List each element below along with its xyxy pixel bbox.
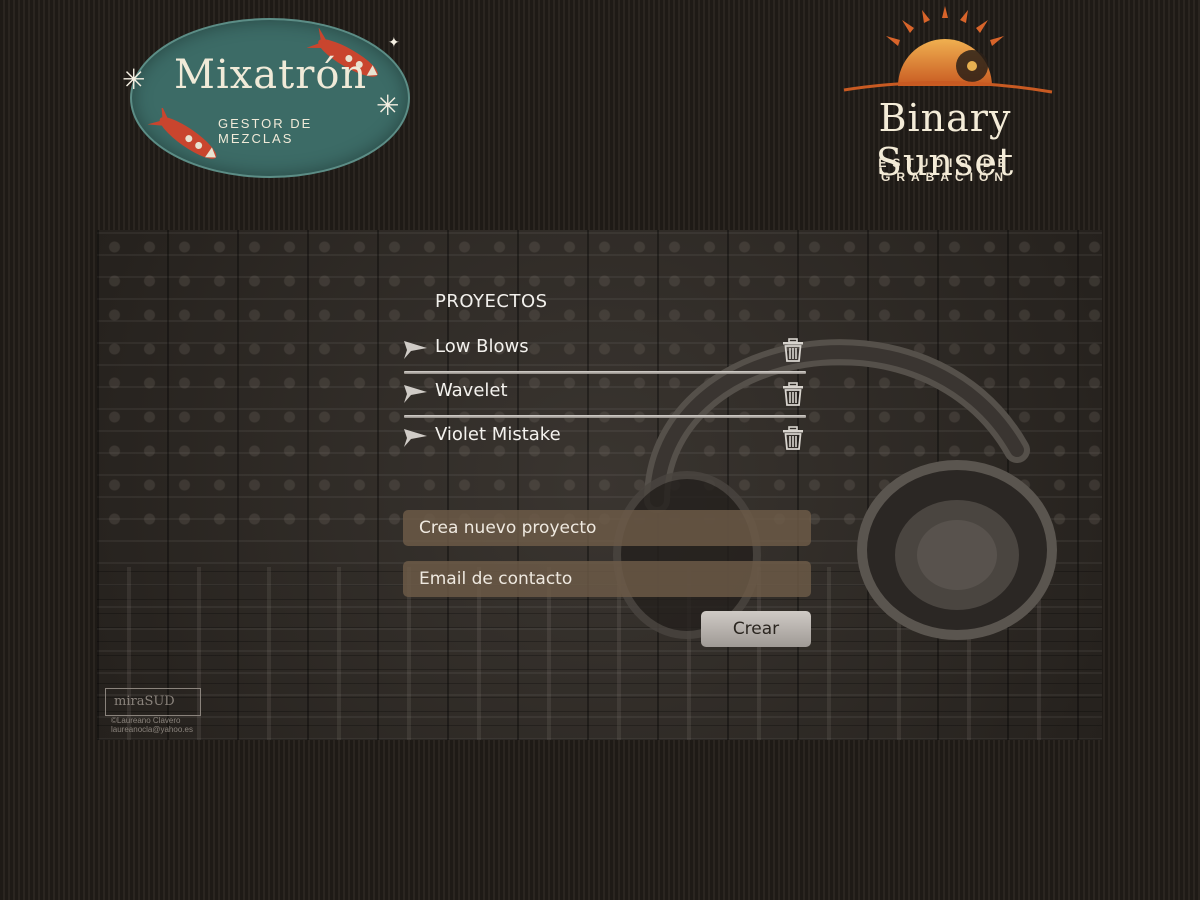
projects-heading: PROYECTOS xyxy=(435,291,548,312)
trash-icon[interactable] xyxy=(782,338,804,362)
play-icon[interactable] xyxy=(402,340,428,360)
binary-sunset-logo: Binary Sunset ESTUDIO DE GRABACIÓN xyxy=(810,4,1080,184)
mixer-background-panel: miraSUD ©Laureano Clavero laureanocla@ya… xyxy=(97,230,1102,740)
project-row: Violet Mistake xyxy=(400,418,810,462)
project-name[interactable]: Low Blows xyxy=(435,336,529,357)
app-name: Mixatrón xyxy=(174,52,368,98)
trash-icon[interactable] xyxy=(782,426,804,450)
studio-subtitle: ESTUDIO DE GRABACIÓN xyxy=(878,156,1012,184)
watermark-credit: ©Laureano Clavero xyxy=(111,716,181,725)
sparkle-icon: ✳ xyxy=(376,89,400,122)
watermark-logo: miraSUD xyxy=(105,688,201,716)
contact-email-input[interactable] xyxy=(403,561,811,597)
create-button[interactable]: Crear xyxy=(701,611,811,647)
sparkle-icon: ✳ xyxy=(122,63,146,96)
sparkle-icon: ✦ xyxy=(388,35,400,51)
play-icon[interactable] xyxy=(402,428,428,448)
play-icon[interactable] xyxy=(402,384,428,404)
project-row: Wavelet xyxy=(400,374,810,418)
new-project-input[interactable] xyxy=(403,510,811,546)
project-list: Low Blows Wavelet Violet Mistake xyxy=(400,330,810,462)
project-name[interactable]: Violet Mistake xyxy=(435,424,561,445)
app-subtitle: GESTOR DE MEZCLAS xyxy=(218,116,313,146)
trash-icon[interactable] xyxy=(782,382,804,406)
mixatron-logo: ✳ ✳ ✦ Mixatrón GESTOR DE MEZCLAS xyxy=(118,8,418,188)
project-name[interactable]: Wavelet xyxy=(435,380,508,401)
photo-credit-watermark: miraSUD ©Laureano Clavero laureanocla@ya… xyxy=(105,688,205,734)
watermark-email: laureanocla@yahoo.es xyxy=(111,725,193,734)
project-row: Low Blows xyxy=(400,330,810,374)
sunset-icon xyxy=(843,6,1053,94)
